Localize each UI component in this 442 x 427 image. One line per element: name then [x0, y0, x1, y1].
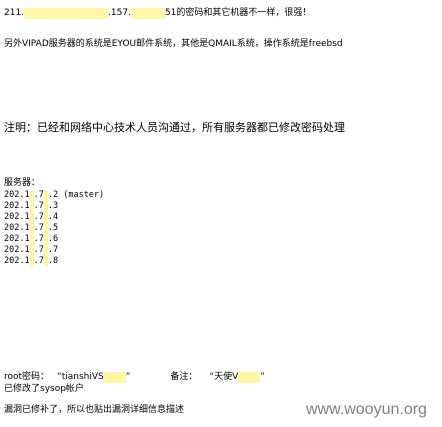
- server-ip-last: .7: [47, 245, 59, 255]
- server-row: 202.1.7.5: [4, 223, 104, 234]
- server-ip-mid: .7: [33, 201, 44, 211]
- intro-ip-middle: .157.: [108, 8, 131, 18]
- credentials-line: root密码： “tianshiVS ” 备注： “天使V ”: [4, 372, 265, 383]
- server-ip-prefix: 202.1: [4, 245, 30, 255]
- server-ip-prefix: 202.1: [4, 223, 30, 233]
- root-password-label: root密码：: [4, 372, 50, 382]
- server-row: 202.1.7.6: [4, 234, 104, 245]
- server-ip-mid: .7: [33, 245, 44, 255]
- remark-close-quote: ”: [260, 372, 265, 382]
- server-ip-mid: .7: [33, 256, 44, 266]
- server-role-tag: (master): [63, 190, 105, 200]
- intro-message: 51的密码和其它机器不一样，很强！: [164, 8, 312, 18]
- server-ip-mid: .7: [33, 234, 44, 244]
- server-ip-last: .4: [47, 212, 59, 222]
- remark-value: “天使V: [209, 372, 239, 382]
- server-list: 202.1.7.2 (master) 202.1.7.3 202.1.7.4 2…: [4, 190, 104, 267]
- site-watermark: www.wooyun.org: [306, 401, 427, 418]
- server-ip-mid: .7: [33, 212, 44, 222]
- server-ip-prefix: 202.1: [4, 234, 30, 244]
- root-password-value: “tianshiVS: [57, 372, 104, 382]
- server-ip-last: .5: [47, 223, 59, 233]
- server-ip-prefix: 202.1: [4, 212, 30, 222]
- system-info-text: 另外VIPAD服务器的系统是EYOU邮件系统，其他是QMAIL系统，操作系统是f…: [4, 39, 343, 49]
- server-ip-prefix: 202.1: [4, 201, 30, 211]
- redaction-highlight: [130, 8, 165, 19]
- server-ip-prefix: 202.1: [4, 190, 30, 200]
- server-ip-prefix: 202.1: [4, 256, 30, 266]
- note-text: 注明：已经和网络中心技术人员沟通过，所有服务器都已修改密码处理: [4, 121, 345, 134]
- server-ip-last: .8: [47, 256, 59, 266]
- server-ip-last: .3: [47, 201, 59, 211]
- server-ip-last: .6: [47, 234, 59, 244]
- server-ip-mid: .7: [33, 223, 44, 233]
- root-password-close-quote: ”: [125, 372, 131, 382]
- footer-note: 漏洞已修补了，所以也贴出漏洞详细信息描述: [4, 405, 185, 415]
- server-row: 202.1.7.4: [4, 212, 104, 223]
- server-row: 202.1.7.2 (master): [4, 190, 104, 201]
- sysop-note: 已修改了sysop帐户: [4, 384, 84, 394]
- server-row: 202.1.7.7: [4, 245, 104, 256]
- server-row: 202.1.7.8: [4, 256, 104, 267]
- redaction-highlight: [103, 372, 126, 383]
- server-row: 202.1.7.3: [4, 201, 104, 212]
- server-ip-last: .2: [47, 190, 59, 200]
- remark-label: 备注：: [170, 372, 198, 382]
- redaction-highlight: [238, 372, 261, 383]
- servers-label: 服务器：: [4, 178, 41, 188]
- server-ip-mid: .7: [33, 190, 44, 200]
- redaction-highlight: [24, 8, 109, 19]
- intro-ip-prefix: 211.: [4, 8, 25, 18]
- intro-line: 211. .157. 51的密码和其它机器不一样，很强！: [4, 8, 311, 19]
